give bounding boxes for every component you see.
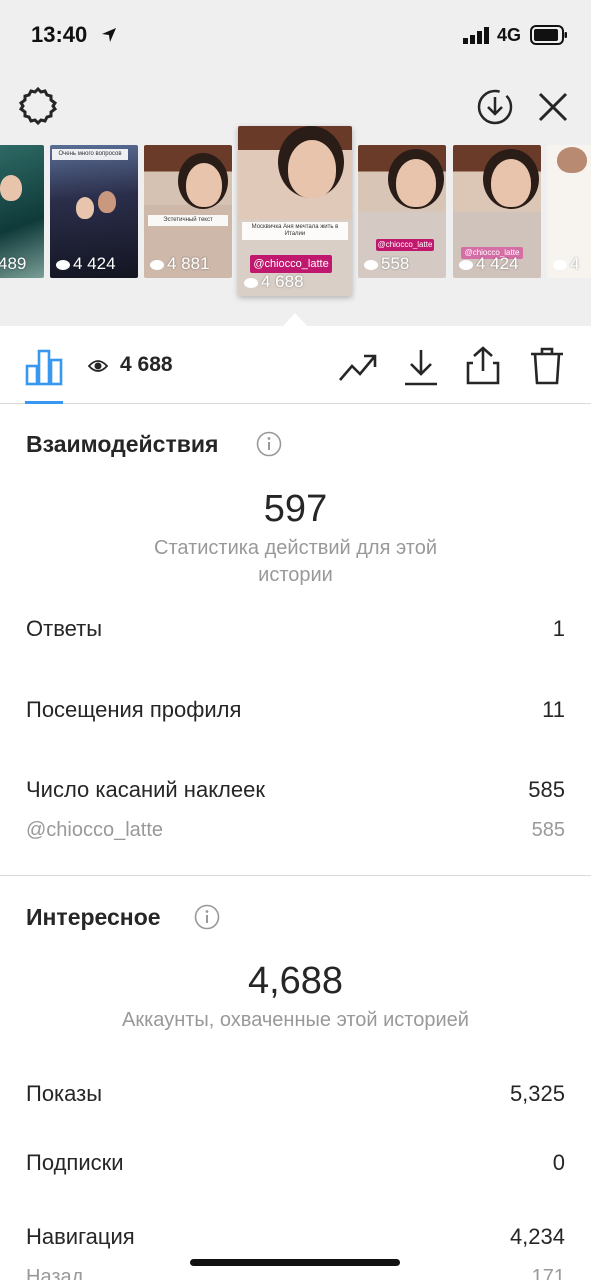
mention-sticker: @chiocco_latte [376, 239, 434, 251]
current-story-pointer [282, 313, 308, 327]
profile-visits-label: Посещения профиля [26, 697, 242, 722]
story-thumbnail[interactable]: 489 [0, 145, 44, 278]
story-preview-area: 13:40 4G 489 Очень много вопросов 4 424 … [0, 0, 591, 327]
eye-icon [88, 360, 108, 372]
signal-icon [463, 27, 489, 44]
download-circle-icon[interactable] [476, 88, 514, 126]
replies-value: 1 [552, 616, 565, 641]
story-thumbnail[interactable]: 4 [547, 145, 591, 278]
info-icon[interactable] [194, 904, 220, 930]
story-thumbnail[interactable]: @chiocco_latte 558 [358, 145, 446, 278]
story-thumbnail[interactable]: Эстетичный текст 4 881 [144, 145, 232, 278]
sticker-mention-label: @chiocco_latte [26, 819, 164, 841]
discovery-total: 4,688 [247, 960, 344, 1002]
impressions-value: 5,325 [509, 1081, 565, 1106]
share-icon[interactable] [465, 345, 501, 385]
bar-chart-icon[interactable] [25, 348, 63, 386]
discovery-title: Интересное [26, 904, 161, 930]
profile-visits-value: 11 [542, 697, 565, 722]
replies-label: Ответы [26, 616, 103, 641]
views-count: 4 688 [120, 353, 173, 376]
gear-icon[interactable] [18, 86, 58, 126]
sticker-taps-value: 585 [528, 777, 565, 802]
thumbnail-views: 4 881 [150, 254, 210, 274]
thumbnail-views: 4 [553, 254, 579, 274]
mention-sticker: @chiocco_latte [250, 255, 332, 273]
thumbnail-views: 558 [364, 254, 409, 274]
navigation-value: 4,234 [509, 1224, 565, 1249]
download-icon[interactable] [403, 348, 439, 386]
network-label: 4G [497, 25, 522, 45]
follows-value: 0 [552, 1150, 565, 1175]
thumbnail-views: 4 424 [56, 254, 116, 274]
interactions-total: 597 [263, 488, 328, 530]
active-tab-indicator [25, 401, 63, 404]
thumbnail-views: 4 688 [244, 272, 304, 292]
discovery-subtitle: Аккаунты, охваченные этой историей [122, 1009, 469, 1031]
sticker-mention-value: 585 [531, 819, 565, 841]
trending-icon[interactable] [338, 350, 378, 384]
story-thumbnail[interactable]: Очень много вопросов 4 424 [50, 145, 138, 278]
follows-label: Подписки [26, 1150, 124, 1175]
section-divider [0, 875, 591, 876]
location-arrow-icon [102, 28, 116, 42]
thumbnail-views: 4 424 [459, 254, 519, 274]
impressions-label: Показы [26, 1081, 103, 1106]
interactions-title: Взаимодействия [26, 431, 219, 457]
sticker-taps-label: Число касаний наклеек [26, 777, 265, 802]
story-thumbnail[interactable]: @chiocco_latte 4 424 [453, 145, 541, 278]
close-icon[interactable] [536, 90, 570, 124]
story-thumbnail-current[interactable]: Москвичка Аня мечтала жить в Италии @chi… [238, 126, 352, 296]
insights-toolbar: 4 688 [0, 326, 591, 404]
battery-icon [530, 25, 567, 45]
back-value: 171 [531, 1266, 565, 1280]
info-icon[interactable] [256, 431, 282, 457]
status-time: 13:40 [31, 22, 88, 47]
back-label: Назад [26, 1266, 84, 1280]
thumbnail-views: 489 [0, 254, 27, 273]
home-indicator[interactable] [190, 1259, 400, 1266]
navigation-label: Навигация [26, 1224, 135, 1249]
trash-icon[interactable] [529, 346, 565, 386]
interactions-subtitle: Статистика действий для этой истории [154, 537, 437, 586]
